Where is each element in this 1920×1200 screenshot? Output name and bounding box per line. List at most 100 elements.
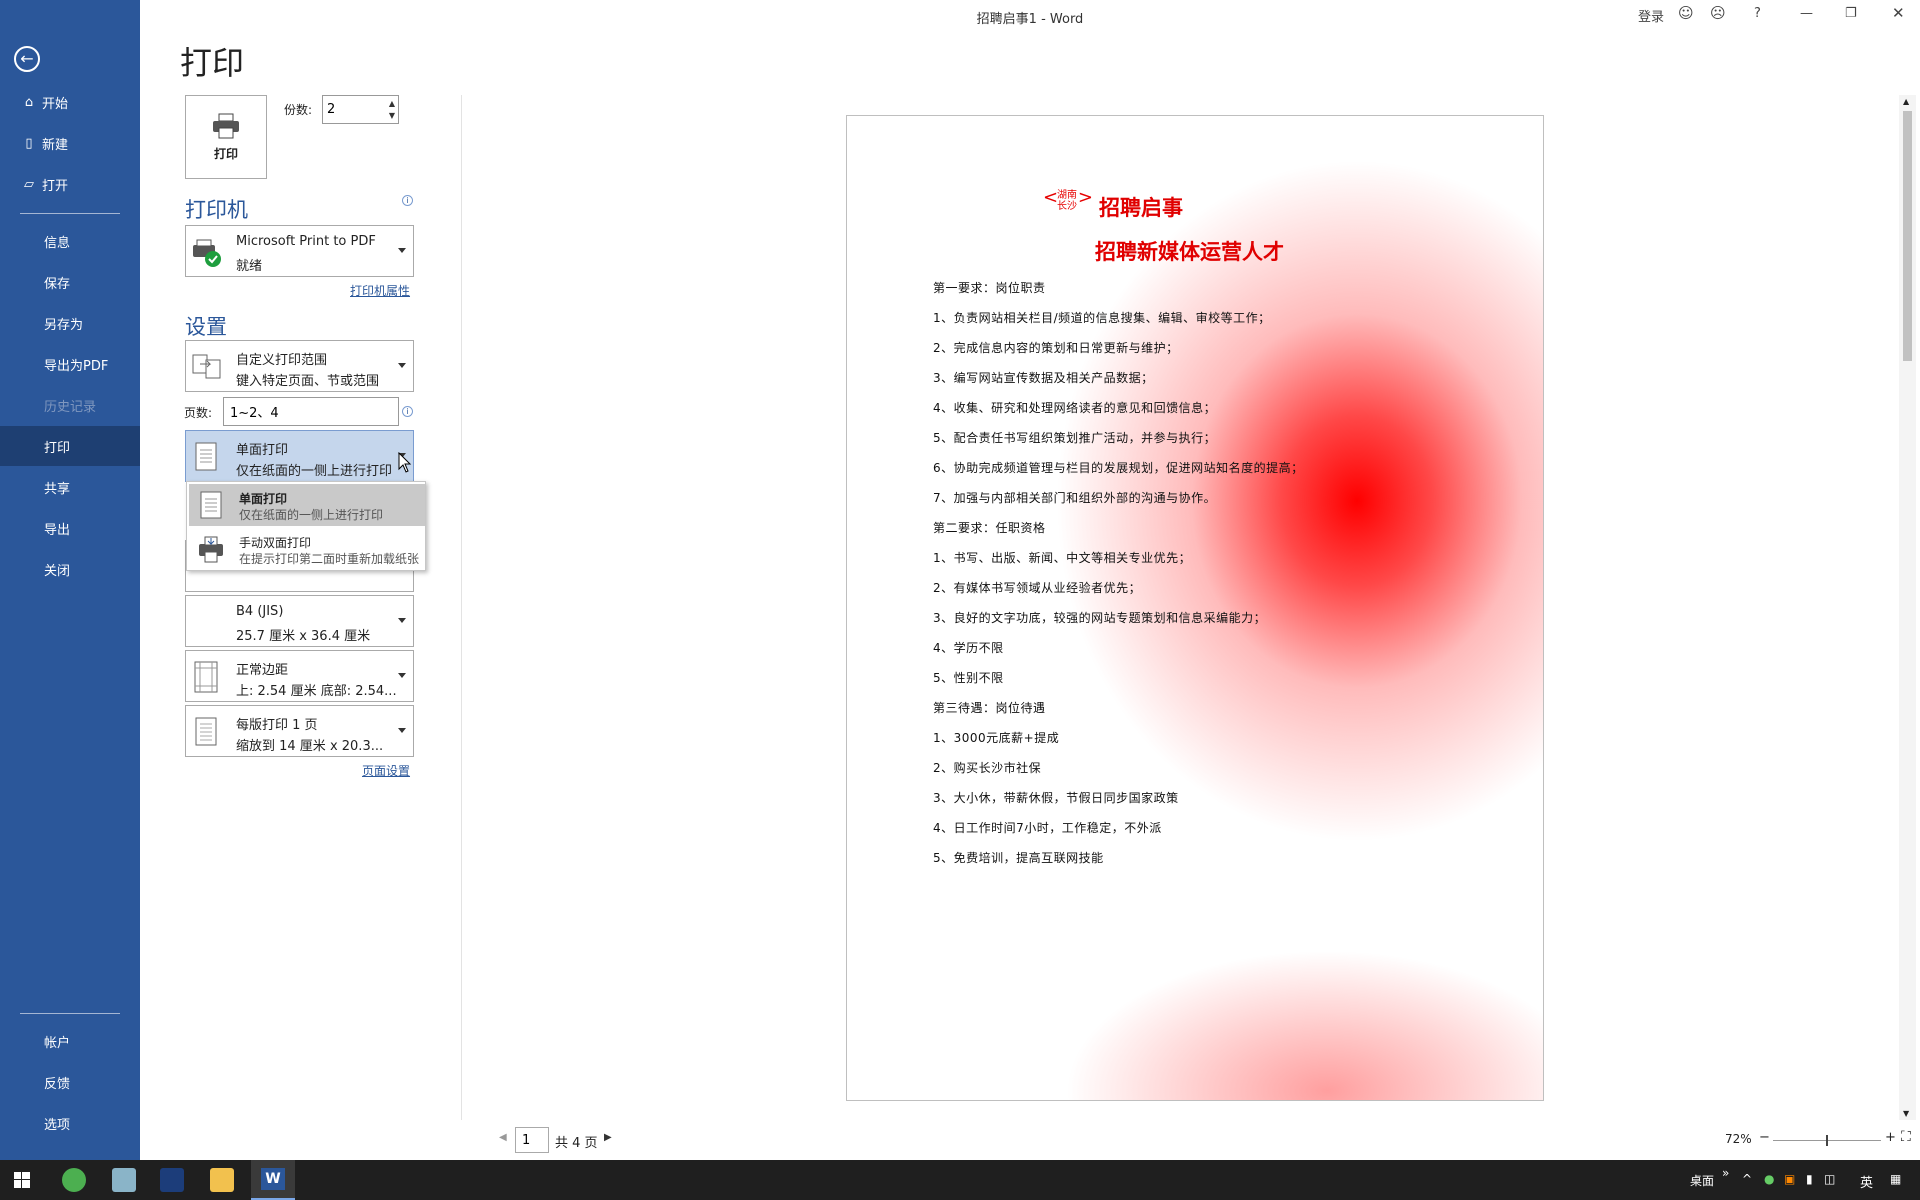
ime-indicator[interactable]: 英 [1860,1172,1873,1191]
margins-dropdown[interactable]: 正常边距 上: 2.54 厘米 底部: 2.54... [185,650,414,702]
restore-button[interactable]: ❐ [1845,6,1857,21]
pages-label: 页数: [184,406,213,420]
pages-per-sheet-dropdown[interactable]: 每版打印 1 页 缩放到 14 厘米 x 20.3... [185,705,414,757]
sidebar-item-info[interactable]: 信息 [0,221,140,261]
doc-line: 4、收集、研究和处理网络读者的意见和回馈信息； [933,401,1217,415]
printer-ready-icon [192,235,222,269]
duplex-title: 单面打印 [236,443,289,458]
taskbar: W 桌面 » ^ ● ▣ ▮ ◫ 英 ▦ [0,1160,1920,1200]
sidebar-item-export[interactable]: 导出 [0,508,140,548]
copies-stepper[interactable]: ▲ ▼ [322,95,399,124]
help-button[interactable]: ? [1754,6,1761,21]
scroll-down-icon[interactable]: ▼ [1903,1109,1909,1118]
duplex-dropdown[interactable]: 单面打印 仅在纸面的一侧上进行打印 [185,430,414,482]
sidebar-item-feedback[interactable]: 反馈 [0,1062,140,1102]
notes-app-icon[interactable] [112,1168,136,1192]
browser-icon[interactable] [62,1168,86,1192]
tray-overflow-icon[interactable]: ^ [1742,1172,1752,1186]
chevron-down-icon [398,618,406,623]
doc-line: 2、购买长沙市社保 [933,761,1042,775]
back-arrow-icon[interactable]: ← [14,46,40,72]
pages-info-icon[interactable]: i [402,406,413,417]
margin-title: 正常边距 [236,663,289,678]
printer-properties-link[interactable]: 打印机属性 [350,282,410,299]
scroll-thumb[interactable] [1903,111,1912,361]
next-page-icon[interactable]: ▶ [604,1132,612,1143]
file-explorer-icon[interactable] [210,1168,234,1192]
chevron-down-icon [398,248,406,253]
sidebar-divider [20,213,120,214]
doc-line: 3、大小休，带薪休假，节假日同步国家政策 [933,791,1179,805]
chevron-down-icon [398,363,406,368]
zoom-in-button[interactable]: + [1885,1130,1896,1145]
preview-page: < 湖南 长沙 > 招聘启事 招聘新媒体运营人才 第一要求：岗位职责 1、负责网站相… [846,115,1544,1101]
sidebar-item-export-pdf[interactable]: 导出为PDF [0,344,140,384]
close-button[interactable]: ✕ [1892,4,1905,22]
sidebar-item-share[interactable]: 共享 [0,467,140,507]
word-window: ← ⌂ 开始 ▯ 新建 ▱ 打开 信息 保存 另存为 导出为PDF 历史记录 打印 共… [0,0,1920,1200]
zoom-slider[interactable] [1773,1135,1881,1146]
doc-line: 3、编写网站宣传数据及相关产品数据； [933,371,1154,385]
fit-page-icon[interactable]: ⛶ [1901,1129,1911,1145]
menu-item-title: 手动双面打印 [239,536,312,550]
windows-start-icon[interactable] [14,1172,30,1188]
network-icon[interactable]: ◫ [1824,1172,1835,1186]
scroll-up-icon[interactable]: ▲ [1903,97,1909,106]
sidebar-item-open[interactable]: ▱ 打开 [0,164,140,204]
doc-line: 1、负责网站相关栏目/频道的信息搜集、编辑、审校等工作； [933,311,1271,325]
badge-bracket-right: > [1077,187,1093,208]
page-setup-link[interactable]: 页面设置 [362,762,410,779]
zoom-slider-thumb[interactable] [1826,1135,1828,1146]
page-number-input[interactable] [515,1127,549,1153]
new-doc-icon: ▯ [25,135,33,151]
info-icon[interactable]: i [402,195,413,206]
copies-input[interactable] [327,102,377,117]
paper-size-dropdown[interactable]: B4 (JIS) 25.7 厘米 x 36.4 厘米 [185,595,414,647]
doc-line: 6、协助完成频道管理与栏目的发展规划，促进网站知名度的提高； [933,461,1304,475]
pages-input[interactable] [223,397,399,426]
word-icon: W [261,1168,285,1190]
copies-label: 份数: [284,103,313,117]
single-side-icon [192,440,222,474]
toolbar-chevron[interactable]: » [1722,1166,1729,1180]
sidebar-item-home[interactable]: ⌂ 开始 [0,82,140,122]
desktop-toolbar[interactable]: 桌面 [1690,1172,1714,1189]
chevron-down-icon [398,728,406,733]
sidebar-item-save-as[interactable]: 另存为 [0,303,140,343]
page-range-icon [192,350,222,384]
word-taskbar-button[interactable]: W [251,1160,295,1200]
frown-icon[interactable]: ☹ [1710,4,1726,22]
prev-page-icon[interactable]: ◀ [499,1132,507,1143]
backstage-sidebar: ← ⌂ 开始 ▯ 新建 ▱ 打开 信息 保存 另存为 导出为PDF 历史记录 打印 共… [0,0,140,1160]
doc-line: 1、书写、出版、新闻、中文等相关专业优先； [933,551,1192,565]
microphone-icon[interactable]: ▮ [1806,1172,1813,1186]
printer-dropdown[interactable]: Microsoft Print to PDF 就绪 [185,225,414,277]
home-icon: ⌂ [24,94,34,110]
sidebar-item-close[interactable]: 关闭 [0,549,140,589]
ime-grid-icon[interactable]: ▦ [1890,1172,1901,1186]
tray-green-icon[interactable]: ● [1764,1172,1774,1186]
spin-up-icon[interactable]: ▲ [389,100,395,108]
printer-section-title: 打印机 [185,198,248,222]
tray-app-icon[interactable]: ▣ [1784,1172,1795,1186]
zoom-out-button[interactable]: − [1759,1130,1770,1145]
menu-item-title: 单面打印 [239,492,288,506]
sidebar-item-account[interactable]: 帐户 [0,1021,140,1061]
login-link[interactable]: 登录 [1638,6,1664,25]
print-range-dropdown[interactable]: 自定义打印范围 键入特定页面、节或范围 [185,340,414,392]
minimize-button[interactable]: — [1800,6,1813,21]
preview-scrollbar[interactable]: ▲ ▼ [1899,95,1916,1120]
sidebar-item-options[interactable]: 选项 [0,1103,140,1143]
app-icon[interactable] [160,1168,184,1192]
sidebar-item-new[interactable]: ▯ 新建 [0,123,140,163]
sidebar-item-save[interactable]: 保存 [0,262,140,302]
smile-icon[interactable]: ☺ [1678,4,1694,22]
sidebar-item-print[interactable]: 打印 [0,426,140,466]
menu-item-single-side[interactable]: 单面打印 仅在纸面的一侧上进行打印 [189,484,425,526]
margin-sub: 上: 2.54 厘米 底部: 2.54... [236,684,396,699]
menu-item-manual-duplex[interactable]: 手动双面打印 在提示打印第二面时重新加载纸张 [189,528,425,570]
print-button[interactable]: 打印 [185,95,267,179]
zoom-level: 72% [1725,1132,1752,1146]
sidebar-divider-bottom [20,1013,120,1014]
spin-down-icon[interactable]: ▼ [389,112,395,120]
